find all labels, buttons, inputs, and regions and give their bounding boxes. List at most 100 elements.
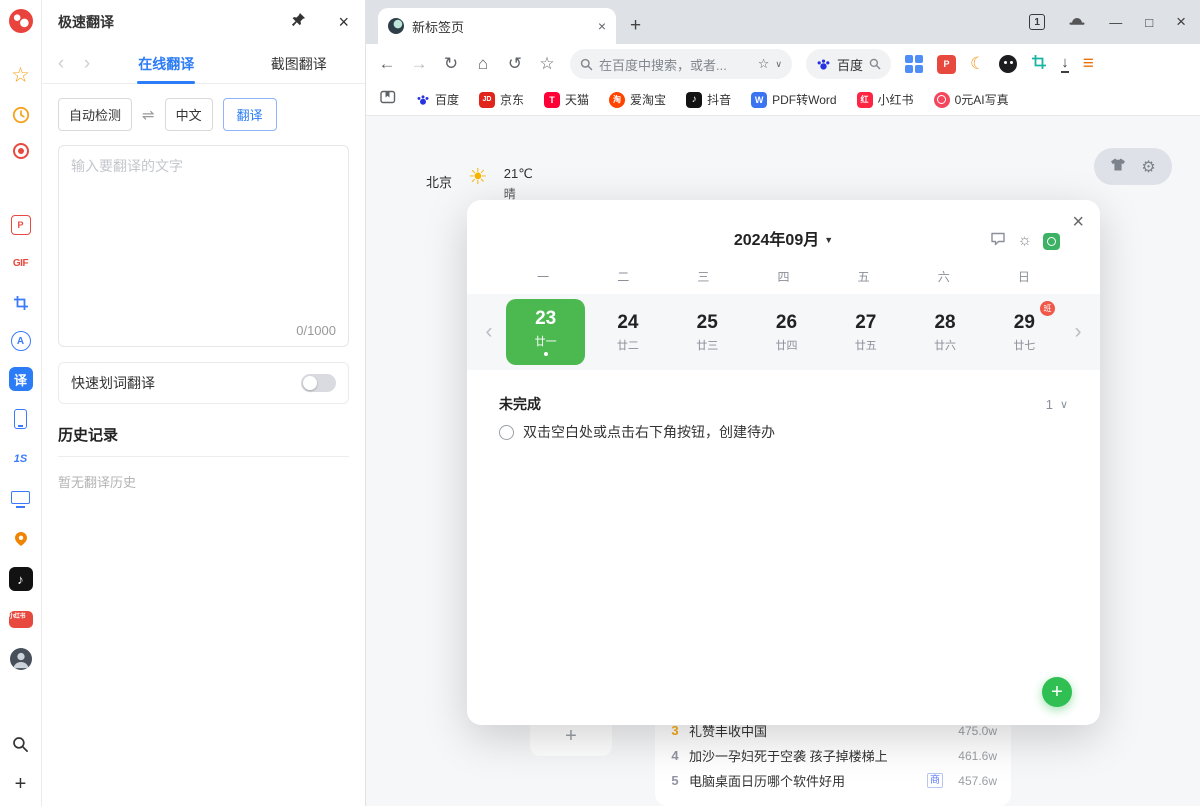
douyin-icon[interactable]: ♪ <box>9 567 33 591</box>
xiaohongshu-icon[interactable]: 小红书 <box>9 607 33 631</box>
phone-connect-icon[interactable] <box>9 407 33 431</box>
download-icon[interactable]: ↓ <box>1061 56 1069 73</box>
quick-translate-row: 快速划词翻译 <box>58 362 349 404</box>
forward-icon[interactable]: → <box>410 54 428 74</box>
app-logo-icon[interactable] <box>9 9 33 33</box>
green-app-icon[interactable] <box>1043 233 1060 250</box>
calendar-day[interactable]: 28 廿六 <box>905 294 984 370</box>
bookmark-ai-photo[interactable]: 0元AI写真 <box>934 91 1009 108</box>
calendar-day[interactable]: 24 廿二 <box>588 294 667 370</box>
target-lang-button[interactable]: 中文 <box>165 98 213 131</box>
hot-title: 加沙一孕妇死于空袭 孩子掉楼梯上 <box>689 746 943 765</box>
panel-forward-icon[interactable]: › <box>74 53 100 75</box>
gif-tool-icon[interactable]: GIF <box>9 251 33 275</box>
translate-button[interactable]: 翻译 <box>223 98 277 131</box>
maximize-button[interactable]: □ <box>1145 15 1153 30</box>
bookmark-tmall[interactable]: T 天猫 <box>544 91 589 108</box>
engine-search-icon[interactable] <box>869 58 881 70</box>
bookmark-pdf2word[interactable]: W PDF转Word <box>751 91 836 108</box>
favorites-star-icon[interactable]: ☆ <box>9 63 33 87</box>
strip-add-icon[interactable]: + <box>9 772 33 796</box>
calendar-day[interactable]: 29 廿七 班 <box>985 294 1064 370</box>
panel-back-icon[interactable]: ‹ <box>48 53 74 75</box>
speed-1s-icon[interactable]: 1S <box>9 447 33 471</box>
swap-langs-icon[interactable]: ⇌ <box>142 106 155 124</box>
window-close-button[interactable]: × <box>1176 12 1186 32</box>
menu-icon[interactable]: ≡ <box>1083 53 1094 75</box>
monitor-shape <box>11 491 30 504</box>
bookmark-label: 0元AI写真 <box>955 91 1009 108</box>
tab-screenshot-translate[interactable]: 截图翻译 <box>233 44 366 84</box>
tab-count-box[interactable]: 1 <box>1029 14 1045 30</box>
bookmark-jd[interactable]: JD 京东 <box>479 91 524 108</box>
cast-screen-icon[interactable] <box>9 487 33 511</box>
search-engine-box[interactable]: 百度 <box>806 49 891 79</box>
day-lunar: 廿七 <box>1013 337 1035 353</box>
bookmark-xiaohongshu[interactable]: 红 小红书 <box>857 91 914 108</box>
screenshot-icon[interactable] <box>1031 54 1047 75</box>
screen-translate-icon[interactable]: A <box>11 331 31 351</box>
minimize-button[interactable]: — <box>1109 15 1122 30</box>
settings-gear-icon[interactable]: ⚙ <box>1141 157 1155 177</box>
reopen-closed-tab-icon[interactable]: ↺ <box>506 54 524 74</box>
refresh-icon[interactable]: ↻ <box>442 54 460 74</box>
add-todo-fab[interactable]: + <box>1042 677 1072 707</box>
todo-collapse-icon[interactable]: ∨ <box>1060 398 1068 411</box>
panel-close-icon[interactable]: × <box>338 12 349 33</box>
window-controls: 1 — □ × <box>1029 0 1186 44</box>
weather-city: 北京 <box>426 166 452 191</box>
tab-online-translate[interactable]: 在线翻译 <box>100 44 233 84</box>
weather-widget[interactable]: 北京 ☀ 21℃ 晴 <box>426 166 533 202</box>
screen-record-icon[interactable] <box>13 143 29 159</box>
bookmark-douyin[interactable]: ♪ 抖音 <box>686 91 731 108</box>
hot-row[interactable]: 5 电脑桌面日历哪个软件好用 商 457.6w <box>669 768 997 793</box>
extension-ball-icon[interactable] <box>999 55 1017 73</box>
grid-dot <box>905 65 913 73</box>
mini-apps-grid-icon[interactable] <box>9 175 33 199</box>
brightness-icon[interactable]: ☼ <box>1017 232 1032 250</box>
quick-translate-toggle[interactable] <box>301 374 336 392</box>
bookmark-taobao[interactable]: 淘 爱淘宝 <box>609 91 666 108</box>
calendar-day[interactable]: 25 廿三 <box>668 294 747 370</box>
favorite-page-icon[interactable]: ☆ <box>758 56 770 72</box>
wallpaper-shirt-icon[interactable] <box>1110 157 1126 177</box>
apps-grid-icon[interactable] <box>905 55 923 73</box>
xiaohongshu-icon: 红 <box>857 92 873 108</box>
pin-icon[interactable] <box>291 12 306 32</box>
bookmarks-manager-icon[interactable] <box>380 90 396 109</box>
prev-week-icon[interactable]: ‹ <box>475 320 503 344</box>
todo-radio[interactable] <box>499 425 514 440</box>
translate-input[interactable] <box>59 146 348 314</box>
calendar-day-selected[interactable]: 23 廿一 <box>506 299 585 365</box>
address-dropdown-icon[interactable]: ∨ <box>775 59 782 70</box>
hat-icon[interactable] <box>1068 12 1086 32</box>
back-icon[interactable]: ← <box>378 54 396 74</box>
next-week-icon[interactable]: › <box>1064 320 1092 344</box>
day-number: 26 <box>776 312 797 334</box>
screenshot-crop-icon[interactable] <box>9 291 33 315</box>
pdf-tools-icon[interactable]: P <box>11 215 31 235</box>
message-icon[interactable] <box>990 231 1006 251</box>
bookmark-star-icon[interactable]: ☆ <box>538 54 556 74</box>
strip-search-icon[interactable] <box>9 732 33 756</box>
source-lang-button[interactable]: 自动检测 <box>58 98 132 131</box>
day-lunar: 廿二 <box>617 337 639 353</box>
new-tab-button[interactable]: + <box>630 16 641 35</box>
hot-rank: 5 <box>669 773 681 788</box>
tab-close-icon[interactable]: × <box>598 18 606 34</box>
translate-panel-icon-active[interactable]: 译 <box>9 367 33 391</box>
bookmark-baidu[interactable]: 百度 <box>416 91 459 108</box>
baidu-paw-icon <box>816 57 831 72</box>
pdf-extension-icon[interactable]: P <box>937 55 956 74</box>
browser-tab[interactable]: 新标签页 × <box>378 8 616 44</box>
calendar-day[interactable]: 27 廿五 <box>826 294 905 370</box>
hot-row[interactable]: 4 加沙一孕妇死于空袭 孩子掉楼梯上 461.6w <box>669 743 997 768</box>
calendar-day[interactable]: 26 廿四 <box>747 294 826 370</box>
map-pin-icon[interactable] <box>9 527 33 551</box>
user-avatar[interactable] <box>9 647 33 671</box>
night-mode-moon-icon[interactable]: ☾ <box>970 54 985 74</box>
address-bar[interactable]: 在百度中搜索，或者... ☆ ∨ <box>570 49 792 79</box>
home-icon[interactable]: ⌂ <box>474 54 492 74</box>
history-clock-icon[interactable] <box>9 103 33 127</box>
weekday: 一 <box>503 268 583 285</box>
